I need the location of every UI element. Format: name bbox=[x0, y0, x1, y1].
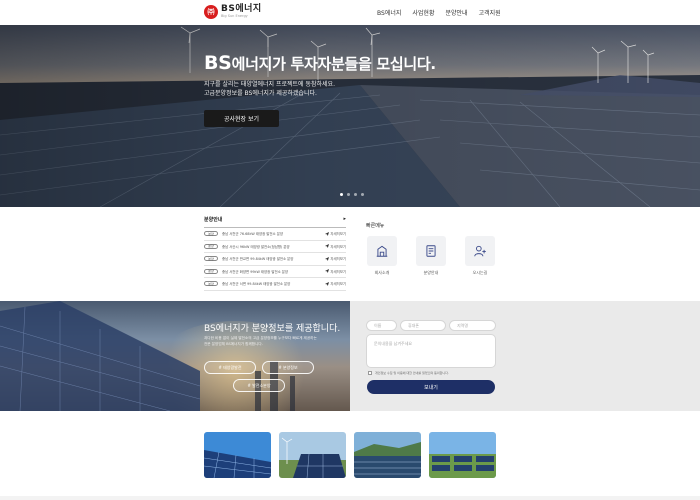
status-badge: 분양 bbox=[204, 256, 218, 262]
quick-item-location[interactable]: 오시는길 bbox=[464, 236, 496, 276]
slide-dot[interactable] bbox=[347, 193, 350, 196]
solar-panel-image bbox=[279, 432, 346, 478]
tag-button[interactable]: # 태양광발전 bbox=[204, 361, 256, 374]
list-item[interactable]: 분양 충남 서천군 76.68kW 태양광 발전소 분양 자세히보기 bbox=[204, 228, 346, 241]
nav-item-support[interactable]: 고객지원 bbox=[479, 8, 501, 17]
gallery-thumbnail[interactable] bbox=[279, 432, 346, 478]
send-icon bbox=[325, 256, 330, 261]
info-banner-description: 과다한 비용 없이 실제 발전소의 고급 분양정보를 누구보다 빠르게 제공하는… bbox=[204, 336, 317, 346]
construction-site-button[interactable]: 공사현장 보기 bbox=[204, 110, 279, 127]
message-textarea[interactable]: 문의내용을 남겨주세요 bbox=[366, 334, 496, 368]
list-item[interactable]: 분양 충남 서천군 화양면 99kW 태양광 발전소 분양 자세히보기 bbox=[204, 266, 346, 278]
hero-description: 지구를 살리는 태양열에너지 프로젝트에 동참하세요. 고급분양정보를 BS에너… bbox=[204, 81, 335, 97]
sales-notice-list: 분양안내 ▸ 분양 충남 서천군 76.68kW 태양광 발전소 분양 자세히보… bbox=[204, 216, 346, 291]
slide-dot[interactable] bbox=[354, 193, 357, 196]
region-field[interactable]: 지역명 bbox=[449, 320, 496, 331]
user-add-icon bbox=[474, 245, 486, 257]
nav-item-sales[interactable]: 분양안내 bbox=[445, 8, 467, 17]
quick-menu-title: 빠른메뉴 bbox=[366, 223, 385, 229]
quick-item-company[interactable]: 회사소개 bbox=[366, 236, 398, 276]
send-icon bbox=[325, 269, 330, 274]
nav-item-business[interactable]: 사업현황 bbox=[412, 8, 434, 17]
quick-item-sales[interactable]: 분양안내 bbox=[415, 236, 447, 276]
main-nav: BS에너지 사업현황 분양안내 고객지원 bbox=[377, 8, 501, 17]
gallery-thumbnail[interactable] bbox=[429, 432, 496, 478]
tag-button[interactable]: # 발전소분양 bbox=[233, 379, 285, 392]
name-field[interactable]: 이름 bbox=[366, 320, 397, 331]
send-icon bbox=[325, 231, 330, 236]
list-item[interactable]: 분양 충남 서산시 96kW 태양광 발전소(정남향) 분양 자세히보기 bbox=[204, 241, 346, 253]
gallery-thumbnail[interactable] bbox=[354, 432, 421, 478]
quick-menu: 빠른메뉴 회사소개 분양안내 오시는길 bbox=[366, 222, 496, 276]
hero-title: BS에너지가 투자자분들을 모십니다. bbox=[204, 52, 436, 74]
phone-field[interactable]: 휴대폰 bbox=[400, 320, 446, 331]
site-header: ㈜ BS에너지 Big Sun Energy BS에너지 사업현황 분양안내 고… bbox=[0, 0, 700, 25]
footer-strip bbox=[0, 496, 700, 500]
logo-name: BS에너지 bbox=[221, 4, 262, 15]
list-item[interactable]: 분양 충남 서천군 판교면 99.84kW 태양광 발전소 분양 자세히보기 bbox=[204, 253, 346, 266]
slide-dot[interactable] bbox=[361, 193, 364, 196]
notice-more-icon[interactable]: ▸ bbox=[343, 216, 346, 223]
notice-title: 분양안내 bbox=[204, 217, 223, 223]
slide-dot[interactable] bbox=[340, 193, 343, 196]
info-banner bbox=[0, 301, 350, 411]
solar-panel-image bbox=[0, 301, 295, 411]
building-icon bbox=[376, 245, 388, 257]
send-icon bbox=[325, 244, 330, 249]
logo-subtitle: Big Sun Energy bbox=[221, 14, 248, 19]
document-icon bbox=[426, 245, 436, 257]
privacy-agree[interactable]: 개인정보 수집 및 이용에 대한 안내를 읽었으며 동의합니다. bbox=[368, 371, 449, 375]
status-badge: 분양 bbox=[204, 243, 218, 249]
solar-farm-image bbox=[429, 432, 496, 478]
gallery-thumbnail[interactable] bbox=[204, 432, 271, 478]
nav-item-bs-energy[interactable]: BS에너지 bbox=[377, 8, 401, 17]
status-badge: 분양 bbox=[204, 281, 218, 287]
info-banner-title: BS에너지가 분양정보를 제공합니다. bbox=[204, 324, 341, 334]
hero-slide-indicator bbox=[340, 193, 364, 196]
send-icon bbox=[325, 281, 330, 286]
agree-checkbox[interactable] bbox=[368, 371, 372, 375]
status-badge: 분양 bbox=[204, 231, 218, 237]
solar-farm-image bbox=[354, 432, 421, 478]
submit-button[interactable]: 보내기 bbox=[367, 380, 495, 394]
list-item[interactable]: 분양 충남 서천군 서면 99.84kW 태양광 발전소 분양 자세히보기 bbox=[204, 278, 346, 291]
tag-button[interactable]: # 분양정보 bbox=[262, 361, 314, 374]
logo[interactable]: ㈜ BS에너지 Big Sun Energy bbox=[204, 5, 262, 19]
logo-mark: ㈜ bbox=[204, 5, 218, 19]
solar-panel-image bbox=[204, 432, 271, 478]
status-badge: 분양 bbox=[204, 268, 218, 274]
